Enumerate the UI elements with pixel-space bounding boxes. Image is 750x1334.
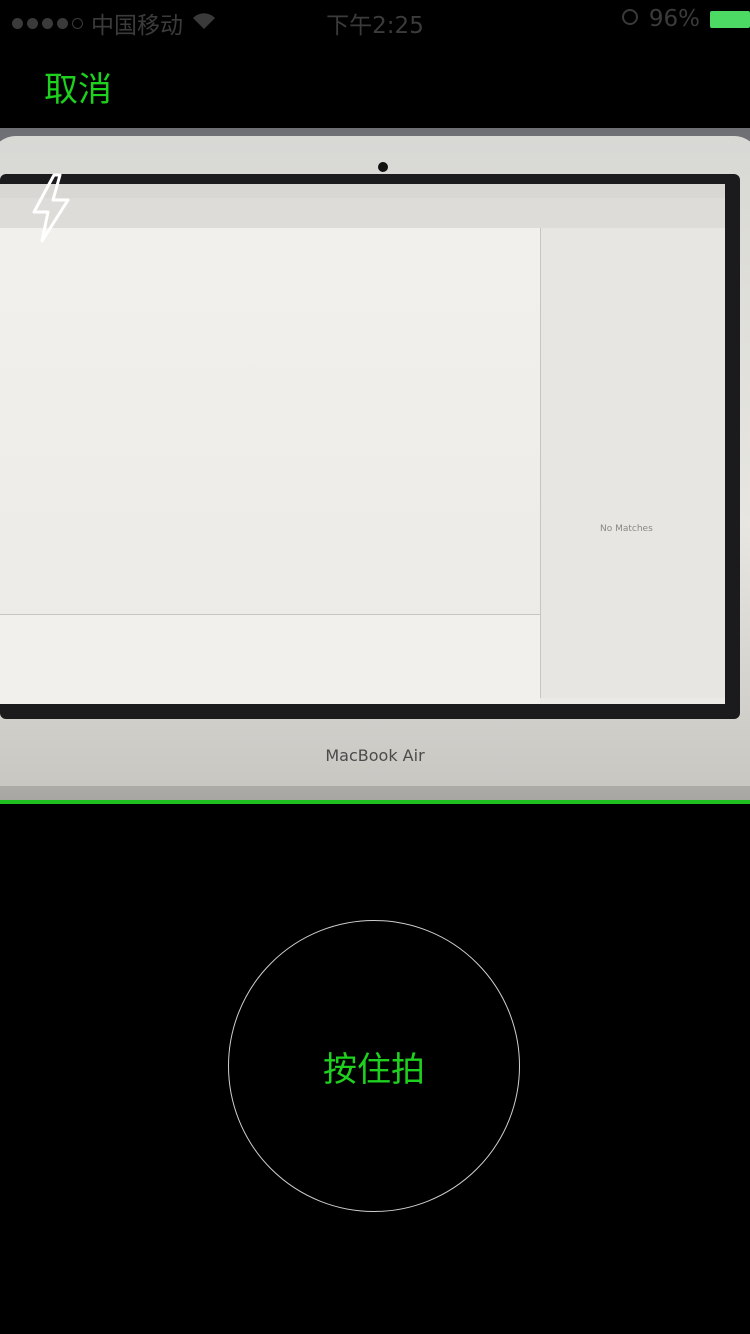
laptop-camera: [378, 162, 388, 172]
laptop-screen-bezel: [0, 174, 740, 719]
flash-icon[interactable]: [28, 172, 74, 244]
laptop-photo: MacBook Air: [0, 136, 750, 786]
status-bar: 中国移动 下午2:25 96%: [0, 0, 750, 40]
camera-preview: MacBook Air No Matches: [0, 128, 750, 800]
xcode-toolbar: [0, 198, 725, 228]
rotation-lock-icon: [621, 6, 639, 32]
laptop-screen: [0, 184, 725, 704]
inspector-no-matches: No Matches: [600, 524, 653, 534]
cancel-button[interactable]: 取消: [44, 62, 112, 111]
xcode-inspector: [540, 228, 725, 698]
hold-to-record-button[interactable]: 按住拍: [228, 920, 520, 1212]
battery-percent: 96%: [648, 6, 700, 32]
code-editor-photo: [28, 232, 538, 642]
top-bar: 取消: [0, 40, 750, 128]
hold-to-record-label: 按住拍: [323, 1049, 425, 1090]
status-right: 96%: [621, 6, 750, 32]
laptop-brand: MacBook Air: [325, 746, 425, 765]
xcode-console: [0, 614, 540, 704]
mac-menubar: [0, 184, 725, 198]
capture-panel: 按住拍: [0, 804, 750, 1334]
battery-icon: [710, 10, 750, 28]
